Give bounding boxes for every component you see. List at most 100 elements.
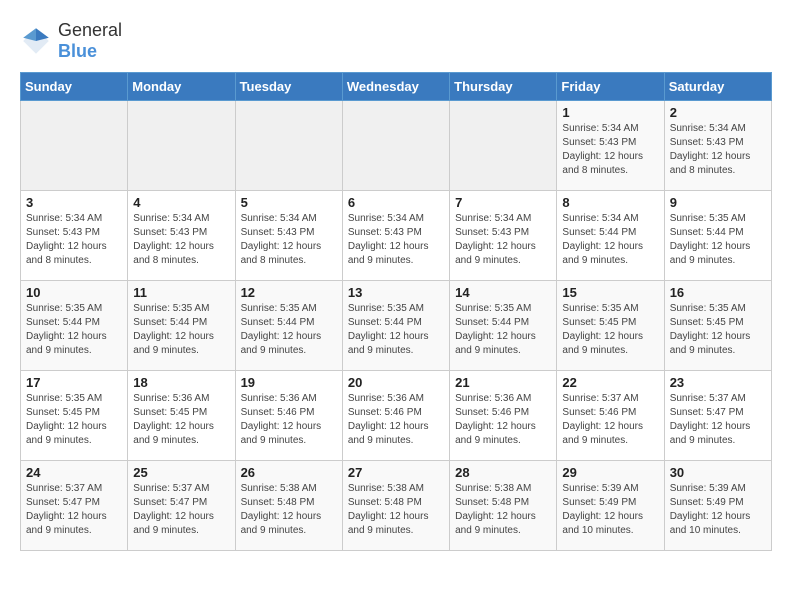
- col-header-monday: Monday: [128, 73, 235, 101]
- day-info: Sunrise: 5:36 AM Sunset: 5:45 PM Dayligh…: [133, 392, 229, 448]
- day-number: 2: [670, 105, 766, 120]
- calendar-cell: 20 Sunrise: 5:36 AM Sunset: 5:46 PM Dayli…: [342, 371, 449, 461]
- calendar-cell: [21, 101, 128, 191]
- calendar-cell: 19 Sunrise: 5:36 AM Sunset: 5:46 PM Dayli…: [235, 371, 342, 461]
- calendar-cell: 21 Sunrise: 5:36 AM Sunset: 5:46 PM Dayli…: [450, 371, 557, 461]
- calendar-cell: [342, 101, 449, 191]
- day-info: Sunrise: 5:34 AM Sunset: 5:43 PM Dayligh…: [241, 212, 337, 268]
- calendar-cell: 6 Sunrise: 5:34 AM Sunset: 5:43 PM Daylig…: [342, 191, 449, 281]
- col-header-saturday: Saturday: [664, 73, 771, 101]
- day-info: Sunrise: 5:38 AM Sunset: 5:48 PM Dayligh…: [348, 482, 444, 538]
- day-number: 17: [26, 375, 122, 390]
- calendar-week-1: 1 Sunrise: 5:34 AM Sunset: 5:43 PM Daylig…: [21, 101, 772, 191]
- day-info: Sunrise: 5:35 AM Sunset: 5:44 PM Dayligh…: [455, 302, 551, 358]
- calendar-cell: 17Sunrise: 5:35 AM Sunset: 5:45 PM Dayli…: [21, 371, 128, 461]
- day-info: Sunrise: 5:35 AM Sunset: 5:44 PM Dayligh…: [348, 302, 444, 358]
- calendar-cell: 9 Sunrise: 5:35 AM Sunset: 5:44 PM Daylig…: [664, 191, 771, 281]
- calendar-week-3: 10 Sunrise: 5:35 AM Sunset: 5:44 PM Dayli…: [21, 281, 772, 371]
- day-number: 24: [26, 465, 122, 480]
- calendar-cell: [235, 101, 342, 191]
- calendar-table: SundayMondayTuesdayWednesdayThursdayFrid…: [20, 72, 772, 551]
- day-number: 23: [670, 375, 766, 390]
- day-number: 28: [455, 465, 551, 480]
- day-info: Sunrise: 5:34 AM Sunset: 5:43 PM Dayligh…: [26, 212, 122, 268]
- calendar-cell: 14Sunrise: 5:35 AM Sunset: 5:44 PM Dayli…: [450, 281, 557, 371]
- day-number: 5: [241, 195, 337, 210]
- calendar-cell: 3 Sunrise: 5:34 AM Sunset: 5:43 PM Daylig…: [21, 191, 128, 281]
- day-number: 8: [562, 195, 658, 210]
- calendar-cell: 26Sunrise: 5:38 AM Sunset: 5:48 PM Dayli…: [235, 461, 342, 551]
- day-number: 13: [348, 285, 444, 300]
- col-header-thursday: Thursday: [450, 73, 557, 101]
- day-number: 30: [670, 465, 766, 480]
- day-number: 18: [133, 375, 229, 390]
- day-number: 10: [26, 285, 122, 300]
- logo-text: General Blue: [58, 20, 122, 62]
- day-number: 21: [455, 375, 551, 390]
- day-info: Sunrise: 5:35 AM Sunset: 5:44 PM Dayligh…: [26, 302, 122, 358]
- day-info: Sunrise: 5:35 AM Sunset: 5:44 PM Dayligh…: [670, 212, 766, 268]
- day-info: Sunrise: 5:34 AM Sunset: 5:43 PM Dayligh…: [670, 122, 766, 178]
- day-info: Sunrise: 5:34 AM Sunset: 5:43 PM Dayligh…: [133, 212, 229, 268]
- calendar-header-row: SundayMondayTuesdayWednesdayThursdayFrid…: [21, 73, 772, 101]
- calendar-cell: 22 Sunrise: 5:37 AM Sunset: 5:46 PM Dayli…: [557, 371, 664, 461]
- day-info: Sunrise: 5:35 AM Sunset: 5:44 PM Dayligh…: [241, 302, 337, 358]
- logo-icon: [20, 25, 52, 57]
- logo: General Blue: [20, 20, 122, 62]
- day-number: 29: [562, 465, 658, 480]
- day-info: Sunrise: 5:39 AM Sunset: 5:49 PM Dayligh…: [562, 482, 658, 538]
- logo-blue: Blue: [58, 41, 97, 61]
- day-number: 20: [348, 375, 444, 390]
- day-number: 12: [241, 285, 337, 300]
- calendar-cell: 7 Sunrise: 5:34 AM Sunset: 5:43 PM Daylig…: [450, 191, 557, 281]
- day-number: 19: [241, 375, 337, 390]
- day-number: 9: [670, 195, 766, 210]
- day-number: 25: [133, 465, 229, 480]
- calendar-cell: 16Sunrise: 5:35 AM Sunset: 5:45 PM Dayli…: [664, 281, 771, 371]
- day-number: 16: [670, 285, 766, 300]
- day-number: 3: [26, 195, 122, 210]
- day-info: Sunrise: 5:37 AM Sunset: 5:47 PM Dayligh…: [133, 482, 229, 538]
- day-info: Sunrise: 5:34 AM Sunset: 5:43 PM Dayligh…: [455, 212, 551, 268]
- calendar-cell: 27Sunrise: 5:38 AM Sunset: 5:48 PM Dayli…: [342, 461, 449, 551]
- day-info: Sunrise: 5:34 AM Sunset: 5:43 PM Dayligh…: [562, 122, 658, 178]
- calendar-cell: 1 Sunrise: 5:34 AM Sunset: 5:43 PM Daylig…: [557, 101, 664, 191]
- calendar-cell: 13 Sunrise: 5:35 AM Sunset: 5:44 PM Dayli…: [342, 281, 449, 371]
- day-info: Sunrise: 5:38 AM Sunset: 5:48 PM Dayligh…: [241, 482, 337, 538]
- day-info: Sunrise: 5:37 AM Sunset: 5:46 PM Dayligh…: [562, 392, 658, 448]
- day-number: 15: [562, 285, 658, 300]
- day-info: Sunrise: 5:36 AM Sunset: 5:46 PM Dayligh…: [348, 392, 444, 448]
- calendar-cell: 28 Sunrise: 5:38 AM Sunset: 5:48 PM Dayli…: [450, 461, 557, 551]
- calendar-cell: 10 Sunrise: 5:35 AM Sunset: 5:44 PM Dayli…: [21, 281, 128, 371]
- day-info: Sunrise: 5:37 AM Sunset: 5:47 PM Dayligh…: [670, 392, 766, 448]
- col-header-tuesday: Tuesday: [235, 73, 342, 101]
- day-number: 6: [348, 195, 444, 210]
- calendar-cell: 15 Sunrise: 5:35 AM Sunset: 5:45 PM Dayli…: [557, 281, 664, 371]
- col-header-wednesday: Wednesday: [342, 73, 449, 101]
- calendar-cell: 2 Sunrise: 5:34 AM Sunset: 5:43 PM Daylig…: [664, 101, 771, 191]
- calendar-cell: 23 Sunrise: 5:37 AM Sunset: 5:47 PM Dayli…: [664, 371, 771, 461]
- calendar-cell: 29 Sunrise: 5:39 AM Sunset: 5:49 PM Dayli…: [557, 461, 664, 551]
- day-info: Sunrise: 5:35 AM Sunset: 5:45 PM Dayligh…: [562, 302, 658, 358]
- day-info: Sunrise: 5:38 AM Sunset: 5:48 PM Dayligh…: [455, 482, 551, 538]
- day-number: 11: [133, 285, 229, 300]
- day-info: Sunrise: 5:39 AM Sunset: 5:49 PM Dayligh…: [670, 482, 766, 538]
- calendar-cell: 4Sunrise: 5:34 AM Sunset: 5:43 PM Daylig…: [128, 191, 235, 281]
- calendar-cell: [128, 101, 235, 191]
- day-info: Sunrise: 5:34 AM Sunset: 5:43 PM Dayligh…: [348, 212, 444, 268]
- calendar-cell: 12 Sunrise: 5:35 AM Sunset: 5:44 PM Dayli…: [235, 281, 342, 371]
- day-number: 1: [562, 105, 658, 120]
- day-number: 7: [455, 195, 551, 210]
- calendar-cell: 8Sunrise: 5:34 AM Sunset: 5:44 PM Daylig…: [557, 191, 664, 281]
- page-header: General Blue: [20, 20, 772, 62]
- calendar-cell: 11 Sunrise: 5:35 AM Sunset: 5:44 PM Dayli…: [128, 281, 235, 371]
- day-info: Sunrise: 5:35 AM Sunset: 5:44 PM Dayligh…: [133, 302, 229, 358]
- col-header-sunday: Sunday: [21, 73, 128, 101]
- calendar-cell: 24Sunrise: 5:37 AM Sunset: 5:47 PM Dayli…: [21, 461, 128, 551]
- logo-general: General: [58, 20, 122, 40]
- col-header-friday: Friday: [557, 73, 664, 101]
- calendar-cell: 5 Sunrise: 5:34 AM Sunset: 5:43 PM Daylig…: [235, 191, 342, 281]
- day-info: Sunrise: 5:36 AM Sunset: 5:46 PM Dayligh…: [241, 392, 337, 448]
- day-info: Sunrise: 5:36 AM Sunset: 5:46 PM Dayligh…: [455, 392, 551, 448]
- day-number: 22: [562, 375, 658, 390]
